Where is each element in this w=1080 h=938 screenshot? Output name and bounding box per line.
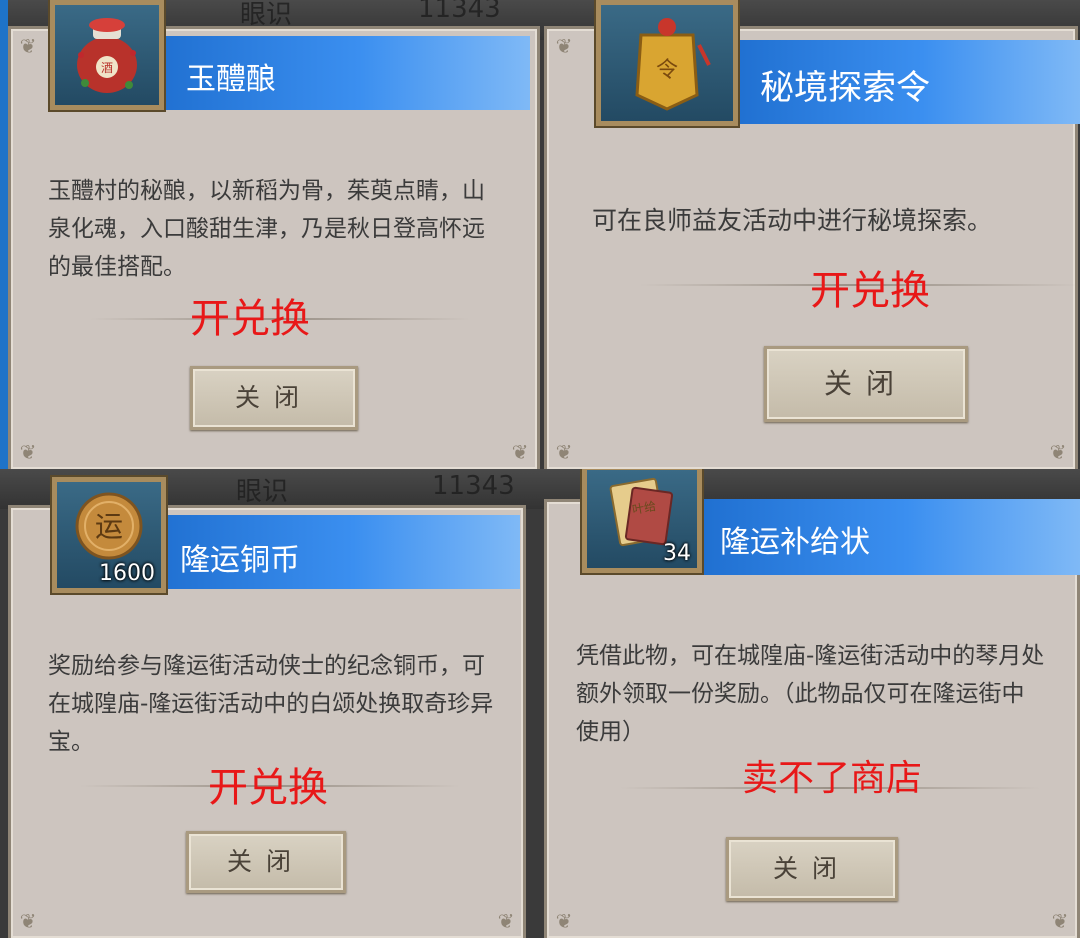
- edge-accent: [0, 0, 8, 469]
- background-number: 11343: [418, 0, 501, 24]
- item-card-3: 眼识 11343 ❦ ❦ 隆运铜币 运 1600 奖励给参与隆运街活动侠士的纪念…: [0, 469, 540, 938]
- item-title: 玉醴酿: [186, 62, 276, 97]
- svg-text:令: 令: [656, 58, 678, 83]
- item-icon-frame: 运 1600: [52, 477, 166, 593]
- item-card-4: ❦ ❦ 隆运补给状 叶给 34 凭借此物，可在城隍庙-隆运街活动中的琴月处额外领…: [540, 469, 1080, 938]
- corner-ornament: ❦: [511, 440, 529, 464]
- item-description: 凭借此物，可在城隍庙-隆运街活动中的琴月处额外领取一份奖励。（此物品仅可在隆运街…: [576, 643, 1045, 745]
- token-plaque-icon: 令: [635, 18, 711, 111]
- annotation-text: 开兑换: [190, 296, 310, 342]
- annotation-text: 卖不了商店: [742, 758, 923, 799]
- title-bar: 隆运补给状: [696, 499, 1080, 575]
- corner-ornament: ❦: [1051, 909, 1069, 933]
- item-icon-frame: 酒: [50, 0, 164, 110]
- item-card-2: ❦ ❦ ❦ 秘境探索令 令 可在良师益友活动中进行秘境探索。 开兑换 关闭: [540, 0, 1080, 469]
- corner-ornament: ❦: [555, 34, 573, 58]
- corner-ornament: ❦: [19, 909, 37, 933]
- annotation-text: 开兑换: [208, 765, 328, 811]
- item-description: 奖励给参与隆运街活动侠士的纪念铜币，可在城隍庙-隆运街活动中的白颂处换取奇珍异宝…: [48, 653, 494, 755]
- corner-ornament: ❦: [497, 909, 515, 933]
- title-bar: 玉醴酿: [150, 36, 530, 110]
- close-button[interactable]: 关闭: [186, 831, 346, 893]
- item-card-1: 眼识 11343 ❦ ❦ ❦ ❦ 玉醴酿 酒 玉醴村的秘酿，以新稻为骨，茱萸点睛…: [0, 0, 540, 469]
- title-bar: 隆运铜币: [150, 515, 520, 589]
- item-title: 秘境探索令: [760, 68, 930, 108]
- item-description: 可在良师益友活动中进行秘境探索。: [592, 206, 993, 235]
- corner-ornament: ❦: [19, 34, 37, 58]
- item-icon-frame: 叶给 34: [582, 469, 702, 573]
- wine-jar-icon: 酒: [77, 18, 137, 93]
- corner-ornament: ❦: [555, 440, 573, 464]
- item-quantity: 34: [663, 541, 691, 566]
- item-icon-frame: 令: [596, 0, 738, 126]
- svg-text:运: 运: [95, 510, 123, 543]
- close-button[interactable]: 关闭: [190, 366, 358, 430]
- corner-ornament: ❦: [19, 440, 37, 464]
- item-description: 玉醴村的秘酿，以新稻为骨，茱萸点睛，山泉化魂，入口酸甜生津，乃是秋日登高怀远的最…: [48, 178, 485, 280]
- corner-ornament: ❦: [555, 909, 573, 933]
- background-label: 眼识: [236, 477, 289, 507]
- annotation-text: 开兑换: [810, 268, 930, 314]
- title-bar: 秘境探索令: [730, 40, 1080, 124]
- close-button[interactable]: 关闭: [726, 837, 898, 901]
- item-title: 隆运铜币: [180, 543, 300, 578]
- item-title: 隆运补给状: [720, 525, 870, 560]
- item-quantity: 1600: [99, 561, 155, 586]
- corner-ornament: ❦: [1049, 440, 1067, 464]
- svg-text:酒: 酒: [101, 61, 113, 75]
- close-button[interactable]: 关闭: [764, 346, 968, 422]
- background-number: 11343: [432, 471, 515, 501]
